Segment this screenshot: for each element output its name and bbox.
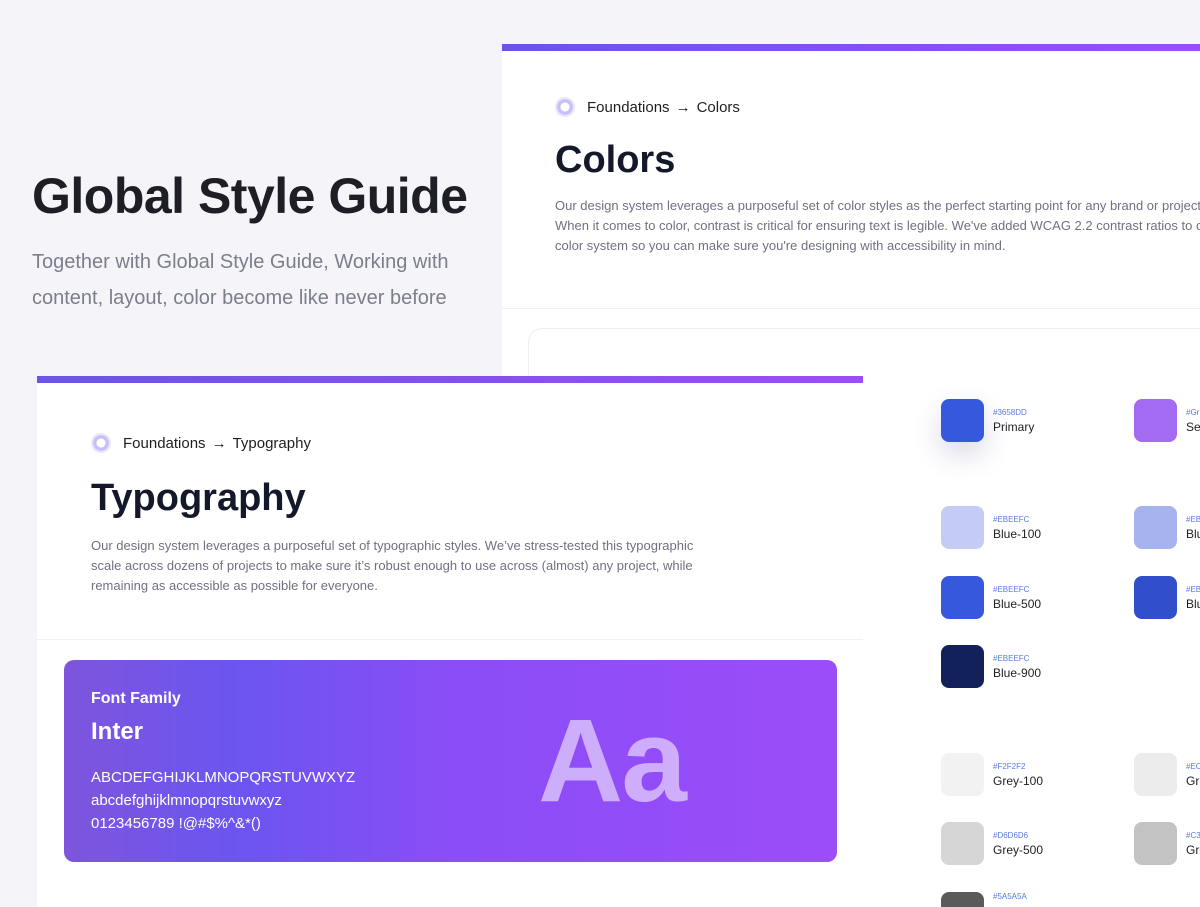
hero: Global Style Guide Together with Global …	[32, 168, 502, 316]
color-swatch[interactable]: #EBEEFC Blue-900	[941, 645, 1041, 688]
color-chip	[941, 506, 984, 549]
swatch-name: Grey-100	[993, 773, 1044, 788]
hero-subtitle-line2: content, layout, color become like never…	[32, 287, 447, 309]
page-description-line1: Our design system leverages a purposeful…	[91, 538, 694, 553]
font-family-card: Font Family Inter ABCDEFGHIJKLMNOPQRSTUV…	[64, 660, 837, 862]
swatch-name: Gre	[1186, 773, 1200, 788]
color-swatch[interactable]: #EB Blu	[1134, 576, 1200, 619]
typography-panel-accent-bar	[37, 376, 863, 383]
page-title: Typography	[91, 477, 306, 519]
colors-panel-accent-bar	[502, 44, 1200, 51]
swatch-name: Blu	[1186, 596, 1200, 611]
swatch-name: Blue-500	[993, 596, 1042, 611]
glyph-lowercase: abcdefghijklmnopqrstuvwxyz	[91, 792, 282, 809]
swatch-hex: #EB	[1186, 584, 1200, 594]
typography-page-panel: Foundations → Typography Typography Our …	[37, 376, 863, 907]
hero-title: Global Style Guide	[32, 168, 468, 224]
swatch-hex: #F2F2F2	[993, 761, 1026, 771]
breadcrumb-current: Typography	[232, 434, 311, 452]
swatch-hex: #EBEEFC	[993, 514, 1030, 524]
swatch-name: Blue-900	[993, 665, 1042, 680]
swatch-name: Primary	[993, 419, 1035, 434]
color-swatch[interactable]: #5A5A5A	[941, 892, 1027, 907]
swatch-name: Grey-500	[993, 842, 1044, 857]
page-title: Colors	[555, 139, 676, 181]
glyph-uppercase: ABCDEFGHIJKLMNOPQRSTUVWXYZ	[91, 769, 356, 786]
color-swatch[interactable]: #Gr Se	[1134, 399, 1200, 442]
breadcrumb-current: Colors	[696, 98, 740, 116]
swatch-name: Gre	[1186, 842, 1200, 857]
hero-subtitle-line1: Together with Global Style Guide, Workin…	[32, 251, 449, 273]
color-chip	[1134, 506, 1177, 549]
breadcrumb: Foundations → Colors	[555, 97, 1200, 117]
color-chip	[1134, 576, 1177, 619]
swatch-hex: #5A5A5A	[993, 892, 1027, 901]
color-swatch[interactable]: #3658DD Primary	[941, 399, 1034, 442]
swatch-name: Blue-100	[993, 526, 1042, 541]
font-family-name: Inter	[91, 718, 144, 745]
color-chip	[941, 645, 984, 688]
glyph-digits: 0123456789 !@#$%^&*()	[91, 815, 261, 832]
color-chip	[1134, 753, 1177, 796]
page-description-line3: remaining as accessible as possible for …	[91, 578, 378, 593]
breadcrumb-root[interactable]: Foundations	[123, 435, 206, 452]
page-description: Our design system leverages a purposeful…	[555, 198, 1200, 253]
swatch-hex: #EBEEFC	[993, 653, 1030, 663]
color-chip	[941, 576, 984, 619]
color-swatch[interactable]: #C3 Gre	[1134, 822, 1200, 865]
color-swatch[interactable]: #D6D6D6 Grey-500	[941, 822, 1043, 865]
color-swatch[interactable]: #EBEEFC Blue-100	[941, 506, 1041, 549]
hero-subtitle: Together with Global Style Guide, Workin…	[32, 244, 502, 316]
colors-page-header: Foundations → Colors Colors Our design s…	[502, 51, 1200, 309]
swatch-name: Se	[1186, 419, 1200, 434]
color-swatch[interactable]: #F2F2F2 Grey-100	[941, 753, 1043, 796]
swatch-hex: #EB	[1186, 514, 1200, 524]
swatch-hex: #EC	[1186, 761, 1200, 771]
brand-logo-icon	[555, 97, 575, 117]
color-chip	[941, 753, 984, 796]
color-swatch[interactable]: #EC Gre	[1134, 753, 1200, 796]
color-chip	[1134, 399, 1177, 442]
swatch-hex: #C3	[1186, 830, 1200, 840]
swatch-hex: #3658DD	[993, 407, 1027, 417]
glyph-sample: ABCDEFGHIJKLMNOPQRSTUVWXYZ abcdefghijklm…	[91, 766, 355, 835]
font-family-label: Font Family	[91, 690, 181, 707]
font-sample-aa: Aa	[538, 695, 687, 827]
page-description: Our design system leverages a purposeful…	[91, 536, 771, 596]
typography-page-header: Foundations → Typography Typography Our …	[37, 383, 863, 640]
color-chip	[1134, 822, 1177, 865]
color-swatch[interactable]: #EB Blu	[1134, 506, 1200, 549]
breadcrumb-root[interactable]: Foundations	[587, 99, 670, 116]
arrow-right-icon: →	[675, 98, 691, 116]
breadcrumb: Foundations → Typography	[91, 433, 863, 453]
brand-logo-icon	[91, 433, 111, 453]
color-chip	[941, 892, 984, 907]
swatch-hex: #D6D6D6	[993, 830, 1029, 840]
arrow-right-icon: →	[211, 434, 227, 452]
color-chip	[941, 399, 984, 442]
swatch-hex: #Gr	[1186, 407, 1200, 417]
color-chip	[941, 822, 984, 865]
color-swatch[interactable]: #EBEEFC Blue-500	[941, 576, 1041, 619]
page-description-line2: scale across dozens of projects to make …	[91, 558, 693, 573]
swatch-name: Blu	[1186, 526, 1200, 541]
swatch-hex: #EBEEFC	[993, 584, 1030, 594]
